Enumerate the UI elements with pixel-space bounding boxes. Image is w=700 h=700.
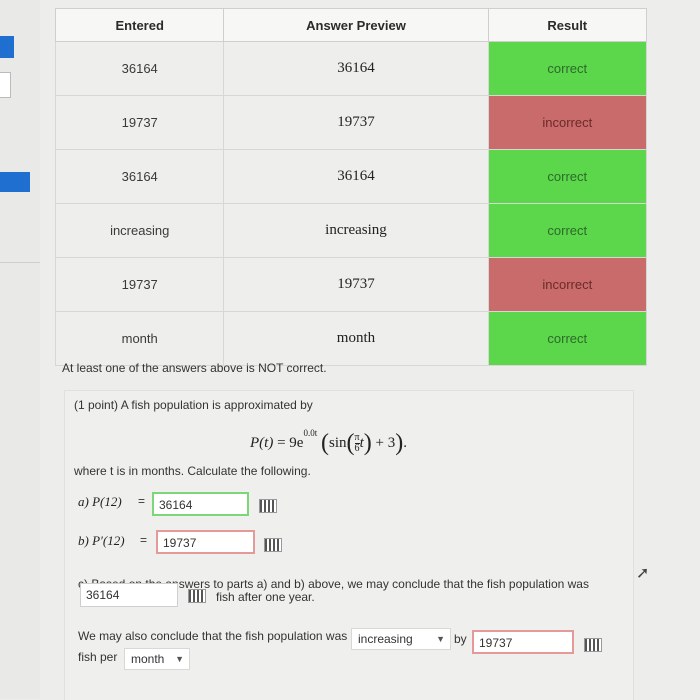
entered-cell: 36164	[54, 41, 225, 96]
part-b-label: b) P′(12)	[78, 533, 125, 548]
result-cell: incorrect	[487, 257, 648, 312]
equation-editor-icon[interactable]	[188, 589, 206, 603]
part-a-label: a) P(12)	[78, 494, 122, 509]
unit-select-value: month	[131, 652, 165, 666]
table-row: 36164 36164 correct	[54, 149, 648, 204]
part-a-input[interactable]: 36164	[152, 492, 249, 516]
table-row: month month correct	[54, 311, 648, 366]
equation-editor-icon[interactable]	[584, 638, 602, 652]
entered-cell: 19737	[54, 257, 225, 312]
equation-editor-icon[interactable]	[264, 538, 282, 552]
entered-cell: increasing	[54, 203, 225, 258]
sidebar-tab[interactable]	[0, 36, 14, 58]
part-c-input[interactable]: 36164	[80, 583, 178, 607]
table-row: 36164 36164 correct	[54, 41, 648, 96]
part-c-after: fish after one year.	[216, 590, 315, 604]
preview-cell: 19737	[223, 95, 489, 150]
formula-exp: 0.0t	[303, 428, 318, 438]
preview-cell: 36164	[223, 149, 489, 204]
part-d-by: by	[454, 632, 467, 646]
sidebar-divider	[0, 262, 40, 263]
part-b-input[interactable]: 19737	[156, 530, 255, 554]
result-cell: correct	[487, 311, 648, 366]
mouse-cursor-icon: ➚	[636, 565, 650, 582]
unit-select[interactable]: month ▼	[124, 648, 190, 670]
preview-cell: 36164	[223, 41, 489, 96]
table-row: increasing increasing correct	[54, 203, 648, 258]
entered-cell: month	[54, 311, 225, 366]
entered-cell: 19737	[54, 95, 225, 150]
not-correct-notice: At least one of the answers above is NOT…	[62, 361, 327, 375]
equation-editor-icon[interactable]	[259, 499, 277, 513]
formula-coef: 9e	[289, 434, 304, 451]
formula-lhs: P(t)	[250, 434, 274, 451]
chevron-down-icon: ▼	[175, 654, 184, 664]
formula-plus: + 3	[375, 434, 396, 451]
sidebar-box[interactable]	[0, 72, 11, 98]
formula-sin: sin	[328, 434, 347, 451]
problem-intro: (1 point) A fish population is approxima…	[74, 398, 313, 412]
direction-select-value: increasing	[358, 632, 413, 646]
result-cell: incorrect	[487, 95, 648, 150]
results-header-row: Entered Answer Preview Result	[54, 8, 648, 42]
entered-cell: 36164	[54, 149, 225, 204]
results-table: Entered Answer Preview Result 36164 3616…	[54, 8, 648, 366]
direction-select[interactable]: increasing ▼	[351, 628, 451, 650]
preview-cell: increasing	[223, 203, 489, 258]
header-entered: Entered	[54, 8, 225, 42]
sidebar-active-indicator[interactable]	[0, 172, 30, 192]
table-row: 19737 19737 incorrect	[54, 257, 648, 312]
result-cell: correct	[487, 203, 648, 258]
result-cell: correct	[487, 149, 648, 204]
table-row: 19737 19737 incorrect	[54, 95, 648, 150]
part-d-input[interactable]: 19737	[472, 630, 574, 654]
header-result: Result	[487, 8, 648, 42]
left-sidebar	[0, 0, 40, 699]
where-text: where t is in months. Calculate the foll…	[74, 464, 311, 478]
preview-cell: 19737	[223, 257, 489, 312]
chevron-down-icon: ▼	[436, 634, 445, 644]
part-d-text: We may also conclude that the fish popul…	[78, 629, 348, 643]
formula: P(t) = 9e0.0t (sin(π 6t) + 3).	[250, 428, 407, 456]
result-cell: correct	[487, 41, 648, 96]
part-d-per: fish per	[78, 650, 118, 664]
header-answer-preview: Answer Preview	[223, 8, 489, 42]
preview-cell: month	[223, 311, 489, 366]
